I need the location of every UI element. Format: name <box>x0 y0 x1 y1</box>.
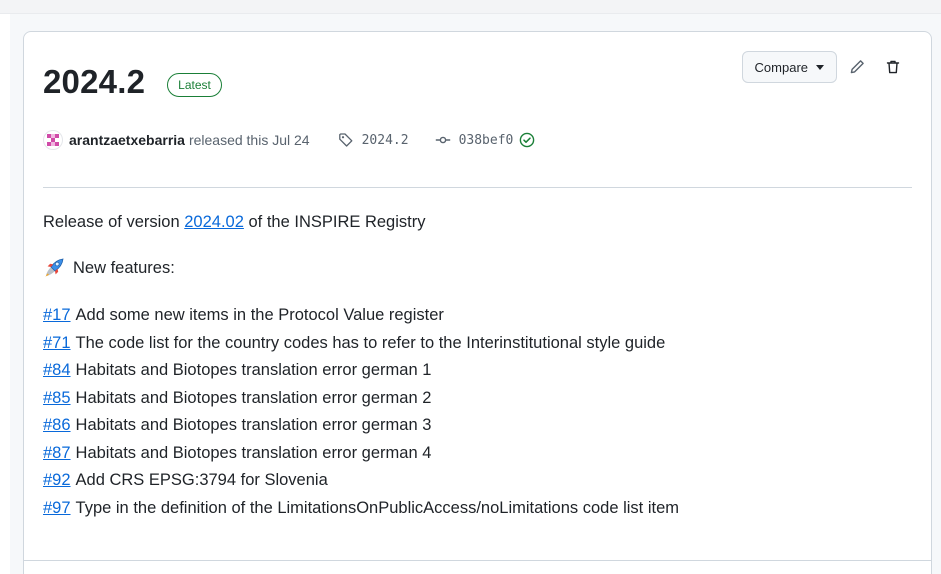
page-left-band <box>0 14 10 574</box>
issue-text: Habitats and Biotopes translation error … <box>75 361 432 379</box>
issue-link[interactable]: #71 <box>43 334 71 352</box>
list-item: #17 Add some new items in the Protocol Va… <box>43 302 679 330</box>
identicon-image <box>47 134 59 146</box>
issue-link[interactable]: #17 <box>43 306 71 324</box>
trash-icon <box>886 60 900 74</box>
list-item: #71 The code list for the country codes h… <box>43 330 679 358</box>
release-header: 2024.2 Latest <box>43 62 222 102</box>
edit-button[interactable] <box>841 51 873 83</box>
version-link[interactable]: 2024.02 <box>184 213 244 231</box>
features-heading: New features: <box>43 256 679 280</box>
tag-icon <box>338 133 353 147</box>
tag-name: 2024.2 <box>361 132 409 148</box>
rocket-icon <box>45 258 64 277</box>
release-meta: arantzaetxebarria released this Jul 24 2… <box>43 130 535 150</box>
release-notes: Release of version 2024.02 of the INSPIR… <box>43 210 679 522</box>
issue-text: Add some new items in the Protocol Value… <box>75 306 444 324</box>
header-divider <box>43 187 912 188</box>
issue-link[interactable]: #92 <box>43 471 71 489</box>
issue-text: Habitats and Biotopes translation error … <box>75 416 432 434</box>
compare-label: Compare <box>754 59 808 75</box>
compare-button[interactable]: Compare <box>741 51 837 83</box>
tag-link[interactable]: 2024.2 <box>338 132 409 148</box>
list-item: #86 Habitats and Biotopes translation err… <box>43 412 679 440</box>
intro-suffix: of the INSPIRE Registry <box>243 213 426 231</box>
issue-text: Habitats and Biotopes translation error … <box>75 443 432 462</box>
author-link[interactable]: arantzaetxebarria <box>69 132 185 148</box>
check-circle-icon[interactable] <box>519 132 535 148</box>
issue-list: #17 Add some new items in the Protocol Va… <box>43 302 679 522</box>
issue-text: Habitats and Biotopes translation error … <box>75 388 432 407</box>
issue-text: Add CRS EPSG:3794 for Slovenia <box>75 471 328 489</box>
features-title: New features: <box>73 259 175 277</box>
pencil-icon <box>850 60 864 74</box>
chevron-down-icon <box>816 64 824 70</box>
issue-link[interactable]: #84 <box>43 361 71 379</box>
release-actions: Compare <box>741 51 909 83</box>
avatar[interactable] <box>43 130 63 150</box>
list-item: #97 Type in the definition of the Limitat… <box>43 495 679 523</box>
released-date: released this Jul 24 <box>188 132 310 148</box>
footer-divider <box>24 560 931 561</box>
issue-link[interactable]: #97 <box>43 499 71 517</box>
release-title[interactable]: 2024.2 <box>43 62 145 102</box>
git-commit-icon <box>435 136 450 144</box>
list-item: #84 Habitats and Biotopes translation err… <box>43 357 679 385</box>
release-intro: Release of version 2024.02 of the INSPIR… <box>43 210 679 234</box>
issue-link[interactable]: #85 <box>43 389 71 407</box>
list-item: #92 Add CRS EPSG:3794 for Slovenia <box>43 467 679 495</box>
page-top-band <box>0 0 941 14</box>
issue-text: The code list for the country codes has … <box>75 333 666 352</box>
intro-prefix: Release of version <box>43 213 185 231</box>
list-item: #87 Habitats and Biotopes translation err… <box>43 440 679 468</box>
commit-link[interactable]: 038bef0 <box>435 132 536 148</box>
commit-hash: 038bef0 <box>458 132 514 148</box>
delete-button[interactable] <box>877 51 909 83</box>
issue-text: Type in the definition of the Limitation… <box>75 498 680 517</box>
issue-link[interactable]: #86 <box>43 416 71 434</box>
release-card: 2024.2 Latest Compare arantzaetxebarria … <box>23 31 932 574</box>
list-item: #85 Habitats and Biotopes translation err… <box>43 385 679 413</box>
issue-link[interactable]: #87 <box>43 444 71 462</box>
latest-badge: Latest <box>167 73 222 97</box>
